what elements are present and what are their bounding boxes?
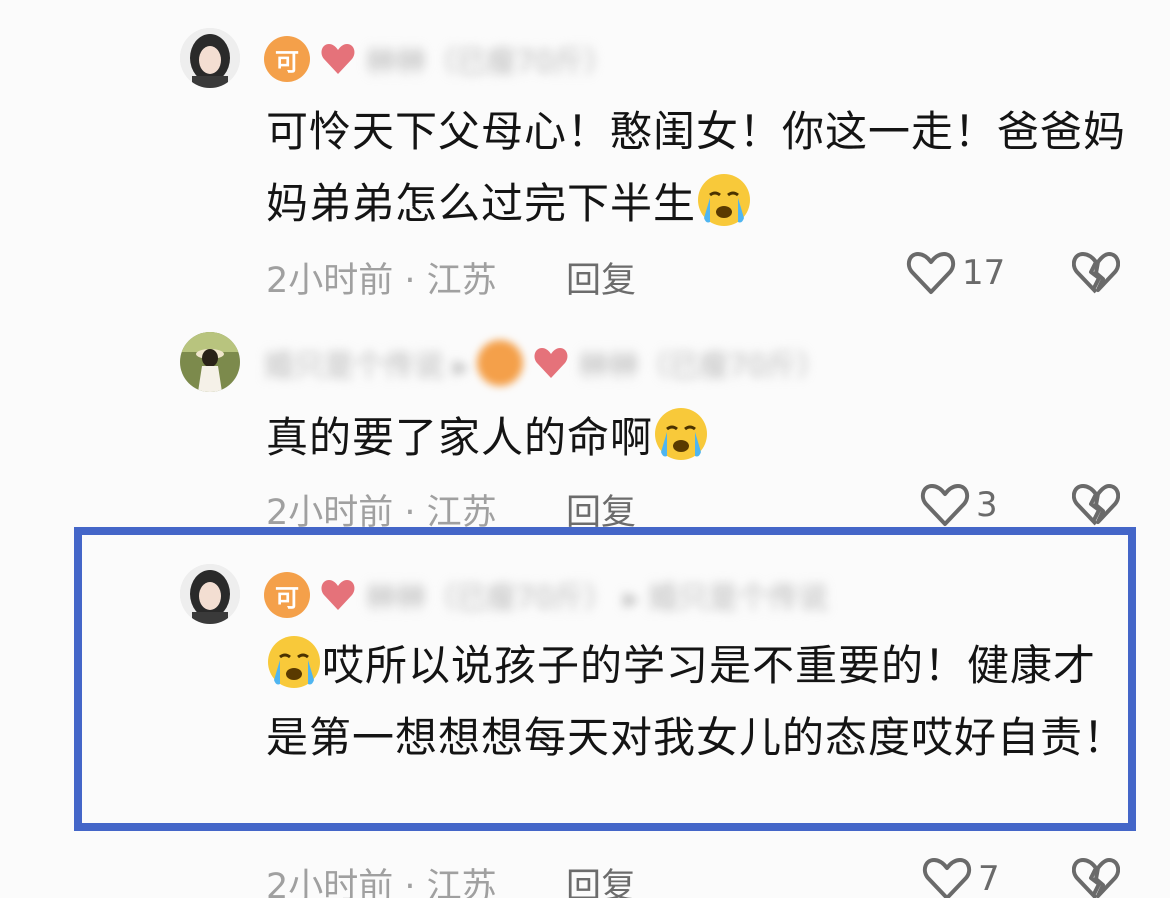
author-row[interactable]: 可 榊榊（已瘦70斤） bbox=[264, 34, 614, 84]
level-badge: 可 bbox=[264, 572, 310, 618]
author-name: 榊榊（已瘦70斤） ▸ 婚只是个传说 bbox=[366, 581, 829, 616]
crying-emoji-icon bbox=[268, 636, 320, 688]
comment-thread: 可 榊榊（已瘦70斤） 可怜天下父母心！憨闺女！你这一走！爸爸妈妈弟弟怎么过完下… bbox=[0, 0, 1170, 898]
like-heart-icon bbox=[922, 858, 972, 898]
dislike-broken-heart-icon[interactable] bbox=[1072, 482, 1120, 528]
avatar[interactable] bbox=[180, 332, 240, 392]
author-row[interactable]: 婚只是个传说 ▸ 榊榊（已瘦70斤） bbox=[264, 338, 827, 388]
like-button[interactable]: 3 bbox=[920, 482, 998, 528]
avatar[interactable] bbox=[180, 564, 240, 624]
heart-icon bbox=[321, 44, 355, 74]
like-heart-icon bbox=[920, 484, 970, 526]
level-badge bbox=[476, 340, 523, 386]
like-count: 17 bbox=[962, 253, 1006, 293]
dislike-broken-heart-icon[interactable] bbox=[1072, 856, 1120, 898]
reply-button[interactable]: 回复 bbox=[566, 858, 636, 898]
like-count: 7 bbox=[978, 859, 1000, 898]
like-button[interactable]: 17 bbox=[906, 250, 1005, 296]
like-button[interactable]: 7 bbox=[922, 856, 1000, 898]
heart-icon bbox=[321, 580, 355, 610]
author-name: 婚只是个传说 ▸ bbox=[264, 349, 469, 384]
comment-item: 可 榊榊（已瘦70斤） ▸ 婚只是个传说 哎所以说孩子的学习是不重要的！健康才是… bbox=[0, 530, 1170, 898]
comment-text: 哎所以说孩子的学习是不重要的！健康才是第一想想想每天对我女儿的态度哎好自责！ bbox=[266, 630, 1126, 774]
like-count: 3 bbox=[976, 485, 998, 525]
level-badge: 可 bbox=[264, 36, 310, 82]
comment-item: 可 榊榊（已瘦70斤） 可怜天下父母心！憨闺女！你这一走！爸爸妈妈弟弟怎么过完下… bbox=[0, 0, 1170, 310]
reply-button[interactable]: 回复 bbox=[566, 252, 636, 303]
reply-target-name: 榊榊（已瘦70斤） bbox=[578, 349, 827, 384]
comment-time-location: 2小时前 · 江苏 bbox=[266, 867, 497, 898]
comment-item: 婚只是个传说 ▸ 榊榊（已瘦70斤） 真的要了家人的命啊 2小时前 · 江苏 回… bbox=[0, 310, 1170, 533]
reply-button[interactable]: 回复 bbox=[566, 484, 636, 535]
comment-text: 可怜天下父母心！憨闺女！你这一走！爸爸妈妈弟弟怎么过完下半生 bbox=[266, 107, 1127, 228]
heart-icon bbox=[534, 348, 568, 378]
author-name: 榊榊（已瘦70斤） bbox=[366, 45, 615, 80]
comment-time-location: 2小时前 · 江苏 bbox=[266, 493, 497, 533]
crying-emoji-icon bbox=[698, 174, 751, 226]
author-row[interactable]: 可 榊榊（已瘦70斤） ▸ 婚只是个传说 bbox=[264, 570, 828, 620]
crying-emoji-icon bbox=[655, 408, 708, 460]
dislike-broken-heart-icon[interactable] bbox=[1072, 250, 1120, 296]
avatar[interactable] bbox=[180, 28, 240, 88]
like-heart-icon bbox=[906, 252, 956, 294]
comment-time-location: 2小时前 · 江苏 bbox=[266, 261, 497, 301]
comment-text: 真的要了家人的命啊 bbox=[266, 402, 1126, 474]
